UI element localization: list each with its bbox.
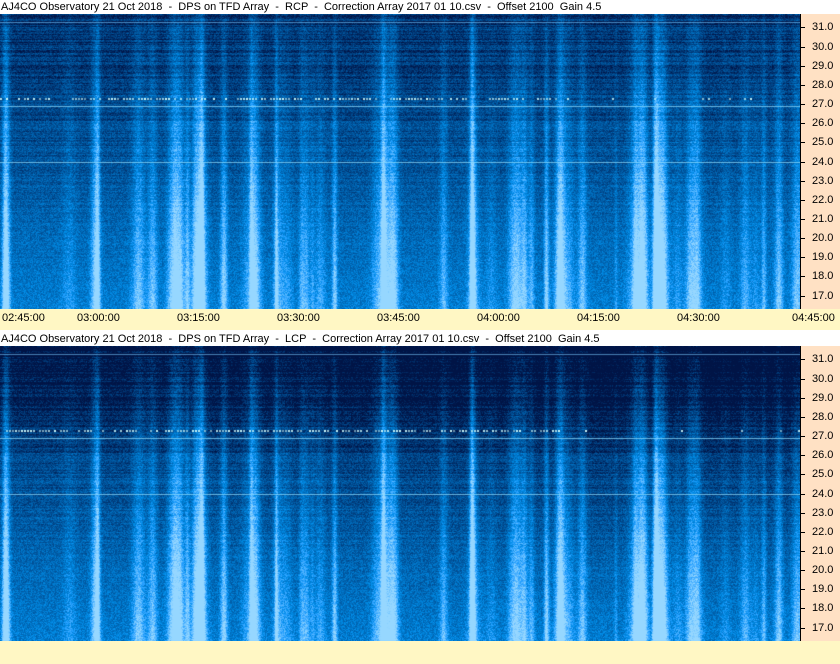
y-tick-label: 31.0	[812, 353, 834, 365]
y-tick-mark	[801, 123, 805, 124]
x-tick-label: 02:45:00	[2, 312, 45, 324]
y-tick-mark	[801, 551, 805, 552]
y-tick-label: 23.0	[812, 175, 834, 187]
y-tick-label: 20.0	[812, 564, 834, 576]
y-tick-label: 27.0	[812, 98, 834, 110]
y-tick-mark	[801, 85, 805, 86]
lcp-frequency-axis: 31.0 30.0 29.0 28.0 27.0 26.0 25.0 24.0 23.0 22.0…	[800, 346, 840, 641]
y-tick-mark	[801, 296, 805, 297]
y-tick-label: 29.0	[812, 60, 834, 72]
y-tick-mark	[801, 455, 805, 456]
x-tick-label: 04:30:00	[677, 312, 720, 324]
y-tick-mark	[801, 142, 805, 143]
x-tick-label: 04:45:00	[792, 312, 835, 324]
y-tick-label: 29.0	[812, 392, 834, 404]
x-tick-label: 04:15:00	[577, 312, 620, 324]
y-tick-mark	[801, 494, 805, 495]
y-tick-label: 22.0	[812, 526, 834, 538]
y-tick-mark	[801, 532, 805, 533]
y-tick-mark	[801, 47, 805, 48]
y-tick-label: 30.0	[812, 41, 834, 53]
x-tick-label: 03:00:00	[77, 312, 120, 324]
rcp-spectrogram	[0, 14, 800, 309]
x-tick-label: 03:45:00	[377, 312, 420, 324]
y-tick-label: 31.0	[812, 21, 834, 33]
y-tick-mark	[801, 27, 805, 28]
y-tick-mark	[801, 513, 805, 514]
y-tick-mark	[801, 66, 805, 67]
y-tick-label: 22.0	[812, 194, 834, 206]
y-tick-label: 25.0	[812, 468, 834, 480]
rcp-frequency-axis: 31.0 30.0 29.0 28.0 27.0 26.0 25.0 24.0 23.0 22.0…	[800, 14, 840, 309]
y-tick-mark	[801, 417, 805, 418]
y-tick-label: 19.0	[812, 583, 834, 595]
y-tick-mark	[801, 628, 805, 629]
x-tick-label: 04:00:00	[477, 312, 520, 324]
y-tick-mark	[801, 181, 805, 182]
y-tick-mark	[801, 238, 805, 239]
y-tick-mark	[801, 219, 805, 220]
y-tick-label: 27.0	[812, 430, 834, 442]
y-tick-label: 18.0	[812, 602, 834, 614]
lcp-time-axis-empty	[0, 641, 840, 664]
x-tick-label: 03:15:00	[177, 312, 220, 324]
y-tick-label: 25.0	[812, 136, 834, 148]
y-tick-label: 21.0	[812, 213, 834, 225]
y-tick-mark	[801, 104, 805, 105]
y-tick-label: 26.0	[812, 117, 834, 129]
y-tick-mark	[801, 257, 805, 258]
lcp-panel-title: AJ4CO Observatory 21 Oct 2018 - DPS on T…	[0, 332, 840, 346]
y-tick-mark	[801, 162, 805, 163]
y-tick-mark	[801, 608, 805, 609]
y-tick-label: 28.0	[812, 79, 834, 91]
y-tick-label: 19.0	[812, 251, 834, 263]
lcp-spectrogram	[0, 346, 800, 641]
time-axis: 02:45:00 03:00:00 03:15:00 03:30:00 03:45:00…	[0, 309, 840, 330]
y-tick-mark	[801, 570, 805, 571]
y-tick-label: 26.0	[812, 449, 834, 461]
y-tick-label: 24.0	[812, 488, 834, 500]
y-tick-mark	[801, 436, 805, 437]
rcp-panel-title: AJ4CO Observatory 21 Oct 2018 - DPS on T…	[0, 0, 840, 14]
y-tick-label: 18.0	[812, 270, 834, 282]
y-tick-mark	[801, 359, 805, 360]
y-tick-mark	[801, 379, 805, 380]
y-tick-label: 17.0	[812, 622, 834, 634]
y-tick-label: 24.0	[812, 156, 834, 168]
y-tick-label: 30.0	[812, 373, 834, 385]
y-tick-mark	[801, 200, 805, 201]
y-tick-label: 21.0	[812, 545, 834, 557]
y-tick-label: 20.0	[812, 232, 834, 244]
y-tick-mark	[801, 398, 805, 399]
y-tick-label: 23.0	[812, 507, 834, 519]
y-tick-mark	[801, 276, 805, 277]
y-tick-label: 17.0	[812, 290, 834, 302]
x-tick-label: 03:30:00	[277, 312, 320, 324]
y-tick-label: 28.0	[812, 411, 834, 423]
y-tick-mark	[801, 474, 805, 475]
y-tick-mark	[801, 589, 805, 590]
